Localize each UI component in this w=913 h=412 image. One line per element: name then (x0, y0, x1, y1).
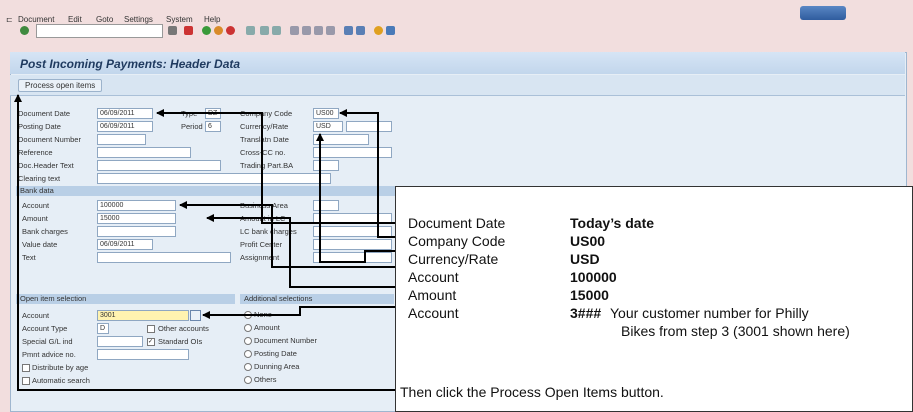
arrow-document-date (156, 109, 395, 224)
callout-value-currency: USD (570, 251, 600, 267)
callout-label-amount: Amount (408, 287, 457, 303)
instruction-callout: Document Date Today’s date Company Code … (395, 186, 913, 412)
arrow-process-open-items (14, 94, 395, 391)
callout-value-amount: 15000 (570, 287, 609, 303)
arrow-amount (206, 214, 395, 288)
callout-value-company-code: US00 (570, 233, 606, 249)
callout-value-account: 100000 (570, 269, 617, 285)
arrow-currency (316, 133, 395, 263)
arrow-oi-account (202, 306, 395, 319)
callout-label-company-code: Company Code (408, 233, 506, 249)
callout-label-document-date: Document Date (408, 215, 506, 231)
callout-value-document-date: Today’s date (570, 215, 655, 231)
callout-footer: Then click the Process Open Items button… (400, 384, 664, 400)
callout-label-account: Account (408, 269, 459, 285)
callout-label-customer-account: Account (408, 305, 459, 321)
callout-label-currency: Currency/Rate (408, 251, 499, 267)
callout-note-line1: Your customer number for Philly (610, 305, 809, 321)
arrow-bank-account (179, 201, 395, 268)
callout-value-customer-account: 3### (570, 305, 602, 321)
arrow-company-code (339, 109, 395, 238)
callout-note-line2: Bikes from step 3 (3001 shown here) (621, 323, 850, 339)
